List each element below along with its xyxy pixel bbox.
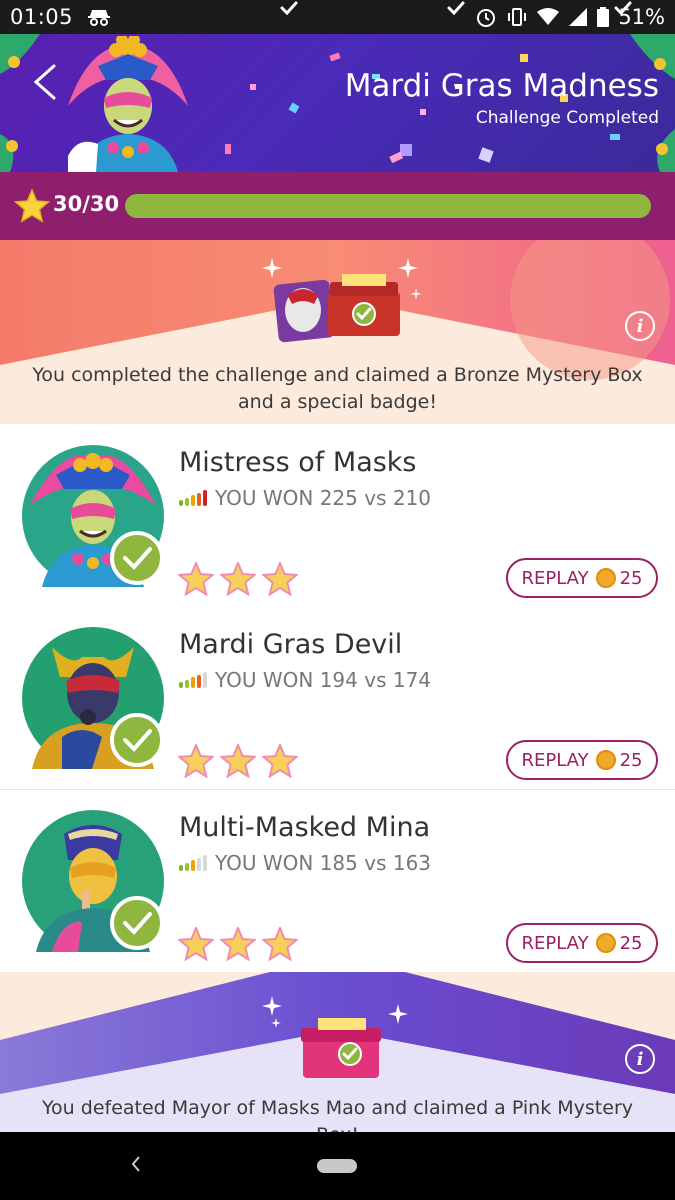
difficulty-bar: [203, 855, 207, 871]
progress-milestone-check: [614, 0, 632, 19]
status-icons: 51%: [475, 5, 665, 29]
coin-icon: [595, 568, 616, 588]
replay-label: REPLAY: [521, 932, 589, 954]
star-rating: [176, 560, 300, 600]
star-rating: [176, 925, 300, 965]
replay-label: REPLAY: [521, 749, 589, 771]
difficulty-bar: [185, 862, 189, 871]
reward-bottom-text: You defeated Mayor of Masks Mao and clai…: [41, 1097, 634, 1132]
opponent-result: YOU WON 185 vs 163: [179, 851, 431, 875]
page-title: Mardi Gras Madness: [344, 68, 659, 104]
progress-count: 30/30: [53, 192, 120, 216]
opponent-avatar: [22, 627, 164, 769]
nav-back-icon: [131, 1156, 140, 1172]
star-icon: [13, 188, 51, 227]
star-rating: [176, 742, 300, 782]
page-subtitle: Challenge Completed: [475, 108, 659, 128]
star-icon: [176, 742, 216, 782]
result-text: YOU WON 225 vs 210: [215, 486, 432, 510]
signal-icon: [568, 8, 588, 26]
difficulty-bar: [197, 492, 201, 506]
opponent-row[interactable]: Mistress of Masks YOU WON 225 vs 210 REPLA…: [0, 425, 675, 608]
opponent-name: Multi-Masked Mina: [179, 812, 431, 843]
star-icon: [218, 742, 258, 782]
replay-cost: 25: [619, 567, 643, 589]
opponent-avatar: [22, 810, 164, 952]
replay-button[interactable]: REPLAY 25: [506, 740, 658, 780]
completed-check-icon: [110, 531, 164, 585]
difficulty-icon: [179, 855, 207, 871]
replay-button[interactable]: REPLAY 25: [506, 923, 658, 963]
difficulty-bar: [203, 490, 207, 506]
difficulty-bar: [179, 500, 183, 506]
status-bar: 01:05 51%: [0, 0, 675, 34]
pink-mystery-box-icon: [262, 996, 408, 1078]
difficulty-icon: [179, 490, 207, 506]
opponent-result: YOU WON 225 vs 210: [179, 486, 431, 510]
opponent-name: Mistress of Masks: [179, 447, 417, 478]
progress-track: [125, 194, 651, 218]
replay-button[interactable]: REPLAY 25: [506, 558, 658, 598]
reward-banner-bottom: i You defeated Mayor of Masks Mao and cl…: [0, 972, 675, 1132]
opponent-row[interactable]: Multi-Masked Mina YOU WON 185 vs 163 REPLA…: [0, 790, 675, 973]
opponent-result: YOU WON 194 vs 174: [179, 668, 431, 692]
nav-back-button[interactable]: [128, 1154, 144, 1178]
coin-icon: [595, 933, 616, 953]
battery-icon: [597, 7, 610, 27]
app-screen: 01:05 51% Mardi Gras Madness Challenge C…: [0, 0, 675, 1200]
info-button-bottom[interactable]: i: [625, 1044, 655, 1074]
star-icon: [260, 925, 300, 965]
opponent-name: Mardi Gras Devil: [179, 629, 403, 660]
star-icon: [260, 560, 300, 600]
incognito-icon: [87, 8, 111, 26]
bronze-mystery-box-icon: [262, 258, 422, 343]
opponent-row[interactable]: Mardi Gras Devil YOU WON 194 vs 174 REPLAY…: [0, 607, 675, 790]
checkmark-icon: [614, 1, 632, 16]
nav-home-button[interactable]: [317, 1159, 357, 1173]
star-icon: [260, 742, 300, 782]
mistress-of-masks-portrait: [68, 36, 188, 172]
difficulty-bar: [191, 495, 195, 506]
difficulty-bar: [197, 674, 201, 688]
completed-check-icon: [110, 713, 164, 767]
completed-check-icon: [110, 896, 164, 950]
progress-milestone-check: [280, 0, 298, 19]
difficulty-bar: [179, 682, 183, 688]
reward-banner-top: i You completed the challenge and claime…: [0, 240, 675, 424]
checkmark-icon: [280, 1, 298, 16]
star-icon: [176, 925, 216, 965]
status-time: 01:05: [10, 5, 74, 29]
difficulty-bar: [179, 865, 183, 871]
opponent-avatar: [22, 445, 164, 587]
result-text: YOU WON 185 vs 163: [215, 851, 432, 875]
coin-icon: [595, 750, 616, 770]
replay-label: REPLAY: [521, 567, 589, 589]
reward-top-text: You completed the challenge and claimed …: [32, 364, 643, 413]
star-icon: [218, 925, 258, 965]
progress-milestone-check: [447, 0, 465, 19]
challenge-progress: 30/30: [0, 172, 675, 240]
difficulty-icon: [179, 672, 207, 688]
star-icon: [176, 560, 216, 600]
wifi-icon: [537, 8, 560, 26]
alarm-icon: [475, 6, 497, 28]
difficulty-bar: [191, 860, 195, 871]
replay-cost: 25: [619, 932, 643, 954]
info-button-top[interactable]: i: [625, 311, 655, 341]
star-icon: [218, 560, 258, 600]
checkmark-icon: [447, 1, 465, 16]
difficulty-bar: [185, 497, 189, 506]
replay-cost: 25: [619, 749, 643, 771]
difficulty-bar: [185, 679, 189, 688]
progress-fill: [125, 194, 651, 218]
difficulty-bar: [197, 857, 201, 871]
difficulty-bar: [191, 677, 195, 688]
difficulty-bar: [203, 672, 207, 688]
result-text: YOU WON 194 vs 174: [215, 668, 432, 692]
system-nav-bar: [0, 1132, 675, 1200]
challenge-header: Mardi Gras Madness Challenge Completed: [0, 34, 675, 172]
vibrate-icon: [506, 6, 528, 28]
